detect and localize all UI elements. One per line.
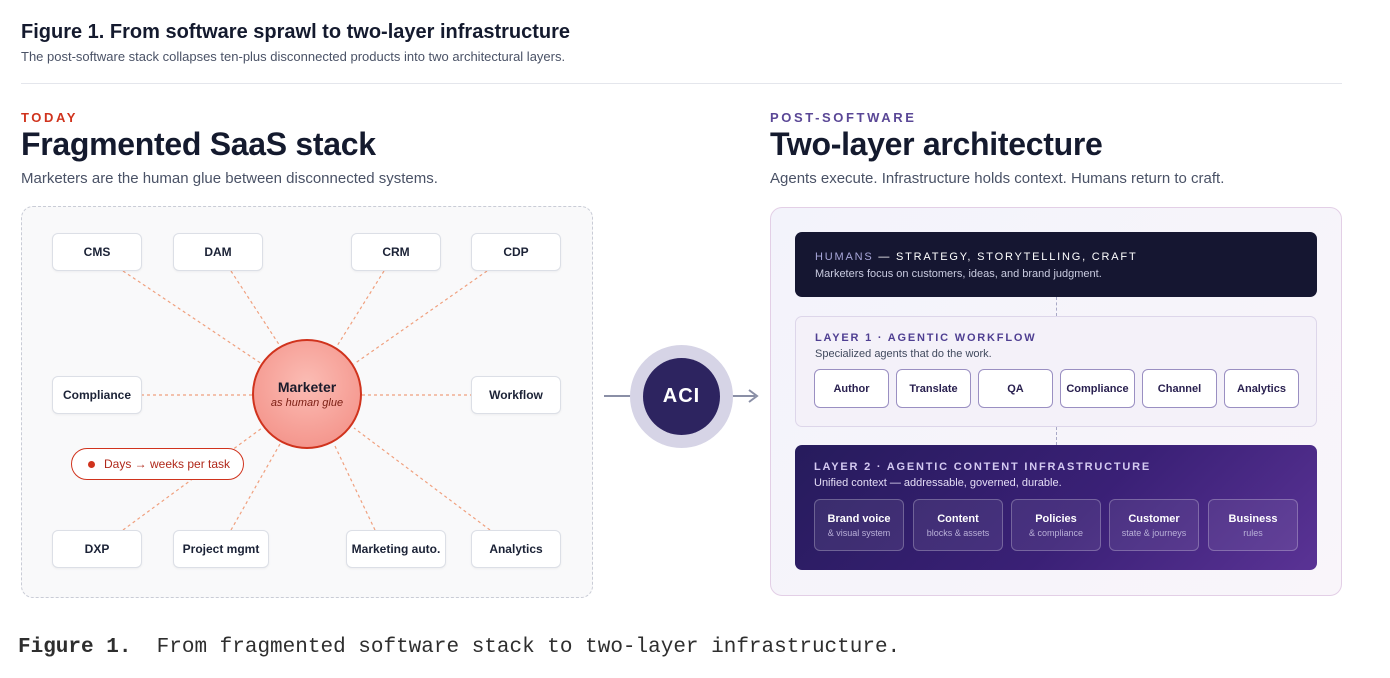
post-software-eyebrow: POST-SOFTWARE <box>770 110 917 125</box>
infra-business: Business rules <box>1208 499 1298 551</box>
infra-content: Content blocks & assets <box>913 499 1003 551</box>
layer2-title: LAYER 2 · AGENTIC CONTENT INFRASTRUCTURE <box>814 461 1152 473</box>
agent-channel: Channel <box>1142 369 1217 408</box>
layer1-desc: Specialized agents that do the work. <box>815 348 992 360</box>
marketer-subtitle: as human glue <box>270 397 344 409</box>
caption-label: Figure 1. <box>18 636 132 659</box>
right-lead: Agents execute. Infrastructure holds con… <box>770 170 1225 187</box>
right-heading: Two-layer architecture <box>770 126 1103 162</box>
infra-name: Content <box>937 512 979 525</box>
layer2-desc: Unified context — addressable, governed,… <box>814 477 1062 489</box>
tool-cms: CMS <box>52 233 142 271</box>
red-dot-icon <box>88 460 95 468</box>
pain-badge: Days → weeks per task <box>71 448 244 480</box>
infra-sub: blocks & assets <box>926 527 990 538</box>
infra-name: Business <box>1228 512 1278 525</box>
tool-compliance: Compliance <box>52 376 142 414</box>
caption-text: From fragmented software stack to two-la… <box>156 636 901 659</box>
figure-subtitle: The post-software stack collapses ten-pl… <box>21 49 566 64</box>
agent-analytics: Analytics <box>1224 369 1299 408</box>
tool-dam: DAM <box>173 233 263 271</box>
connector-layer1-layer2 <box>1056 427 1057 445</box>
infra-name: Policies <box>1035 512 1077 525</box>
humans-title: HUMANS — STRATEGY, STORYTELLING, CRAFT <box>815 251 1137 263</box>
tool-workflow: Workflow <box>471 376 561 414</box>
tool-marketing-auto: Marketing auto. <box>346 530 446 568</box>
agent-translate: Translate <box>896 369 971 408</box>
infra-brand-voice: Brand voice & visual system <box>814 499 904 551</box>
humans-layer: HUMANS — STRATEGY, STORYTELLING, CRAFT M… <box>795 232 1317 297</box>
today-eyebrow: TODAY <box>21 110 79 125</box>
tool-dxp: DXP <box>52 530 142 568</box>
infra-policies: Policies & compliance <box>1011 499 1101 551</box>
aci-node: ACI <box>643 358 720 435</box>
pain-label: Days → weeks per task <box>104 457 231 471</box>
infra-sub: & compliance <box>1028 527 1084 538</box>
left-lead: Marketers are the human glue between dis… <box>21 170 438 187</box>
humans-desc: Marketers focus on customers, ideas, and… <box>815 268 1102 280</box>
infra-sub: state & journeys <box>1121 527 1187 538</box>
marketer-title: Marketer <box>277 379 337 395</box>
agent-compliance: Compliance <box>1060 369 1135 408</box>
marketer-hub: Marketer as human glue <box>252 339 362 449</box>
tool-cdp: CDP <box>471 233 561 271</box>
figure-title: Figure 1. From software sprawl to two-la… <box>21 21 571 43</box>
header-divider <box>21 83 1342 84</box>
tool-project-mgmt: Project mgmt <box>173 530 269 568</box>
layer1-title: LAYER 1 · AGENTIC WORKFLOW <box>815 332 1037 344</box>
left-heading: Fragmented SaaS stack <box>21 126 376 162</box>
connector-humans-layer1 <box>1056 297 1057 316</box>
tool-analytics: Analytics <box>471 530 561 568</box>
infra-name: Brand voice <box>827 512 891 525</box>
humans-key: HUMANS <box>815 251 874 263</box>
infra-customer: Customer state & journeys <box>1109 499 1199 551</box>
infra-sub: rules <box>1243 527 1263 538</box>
tool-crm: CRM <box>351 233 441 271</box>
arrow-head <box>748 389 759 403</box>
agent-qa: QA <box>978 369 1053 408</box>
humans-focus: — STRATEGY, STORYTELLING, CRAFT <box>873 251 1138 263</box>
infra-sub: & visual system <box>827 527 891 538</box>
agent-author: Author <box>814 369 889 408</box>
figure-caption: Figure 1. From fragmented software stack… <box>18 636 900 659</box>
infra-name: Customer <box>1128 512 1180 525</box>
